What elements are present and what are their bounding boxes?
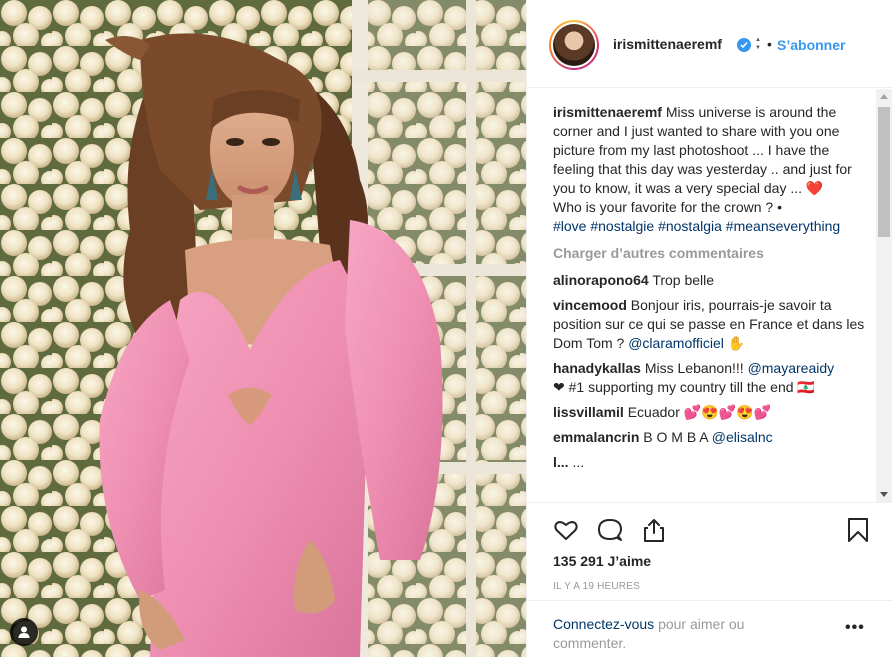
comment-item: alinorapono64 Trop belle [553,271,865,290]
scroll-thumb[interactable] [878,107,890,237]
heart-icon[interactable] [553,517,579,543]
separator-dot: • [767,36,772,52]
comment-item: hanadykallas Miss Lebanon!!! @mayareaidy… [553,359,865,397]
post-caption: irismittenaeremf Miss universe is around… [553,103,865,236]
caption-username[interactable]: irismittenaeremf [553,104,662,120]
instagram-post: irismittenaeremf ▲ ▼ • S’abonner irismitt… [0,0,892,657]
user-tag-icon[interactable] [10,618,38,646]
login-prompt: Connectez-vous pour aimer ou commenter. … [527,600,892,657]
post-panel: irismittenaeremf ▲ ▼ • S’abonner irismitt… [526,0,892,657]
comment-mention[interactable]: @mayareaidy [748,360,835,376]
comment-item: emmalancrin B O M B A @elisalnc [553,428,865,447]
comment-text: Trop belle [652,272,715,288]
share-icon[interactable] [641,517,667,543]
comment-text: B O M B A [643,429,708,445]
comment-text: Miss Lebanon!!! [644,360,744,376]
comment-username[interactable]: emmalancrin [553,429,639,445]
comment-username[interactable]: l... [553,454,569,470]
comment-text-extra: ❤ #1 supporting my country till the end … [553,379,815,395]
post-timestamp[interactable]: IL Y A 19 HEURES [553,581,640,592]
more-options-icon[interactable]: ••• [845,619,865,637]
comment-username[interactable]: lissvillamil [553,404,624,420]
header-username[interactable]: irismittenaeremf [613,36,722,52]
comment-username[interactable]: vincemood [553,297,627,313]
comment-text: ... [572,454,585,470]
load-more-comments-button[interactable]: Charger d’autres commentaires [553,244,865,263]
bookmark-icon[interactable] [845,517,871,543]
caption-text-2: Who is your favorite for the crown ? • [553,199,782,215]
comment-icon[interactable] [597,517,623,543]
comment-username[interactable]: hanadykallas [553,360,641,376]
comment-item: lissvillamil Ecuador 💕😍💕😍💕 [553,403,865,422]
comment-mention[interactable]: @claramofficiel ✋ [628,335,745,351]
comment-mention[interactable]: @elisalnc [712,429,773,445]
comment-username[interactable]: alinorapono64 [553,272,649,288]
post-actions: 135 291 J’aime IL Y A 19 HEURES Connecte… [527,502,892,657]
comments-scrollbar[interactable] [876,89,892,502]
comment-item: l... ... [553,453,865,472]
caption-hashtags[interactable]: #love #nostalgie #nostalgia #meanseveryt… [553,218,840,234]
like-count[interactable]: 135 291 J’aime [553,553,651,569]
scroll-up-icon[interactable] [880,94,888,99]
post-header: irismittenaeremf ▲ ▼ • S’abonner [527,0,892,88]
scroll-down-icon[interactable] [880,492,888,497]
photo-illustration [0,0,526,657]
comment-item: vincemood Bonjour iris, pourrais-je savo… [553,296,865,353]
follow-button[interactable]: S’abonner [777,37,845,53]
comment-text: Ecuador 💕😍💕😍💕 [627,404,771,420]
login-link[interactable]: Connectez-vous [553,616,654,632]
verified-icon [737,38,751,52]
avatar[interactable] [549,20,599,70]
comments-list: irismittenaeremf Miss universe is around… [527,89,877,502]
post-photo[interactable] [0,0,526,657]
spin-arrows-icon[interactable]: ▲ ▼ [755,36,763,54]
